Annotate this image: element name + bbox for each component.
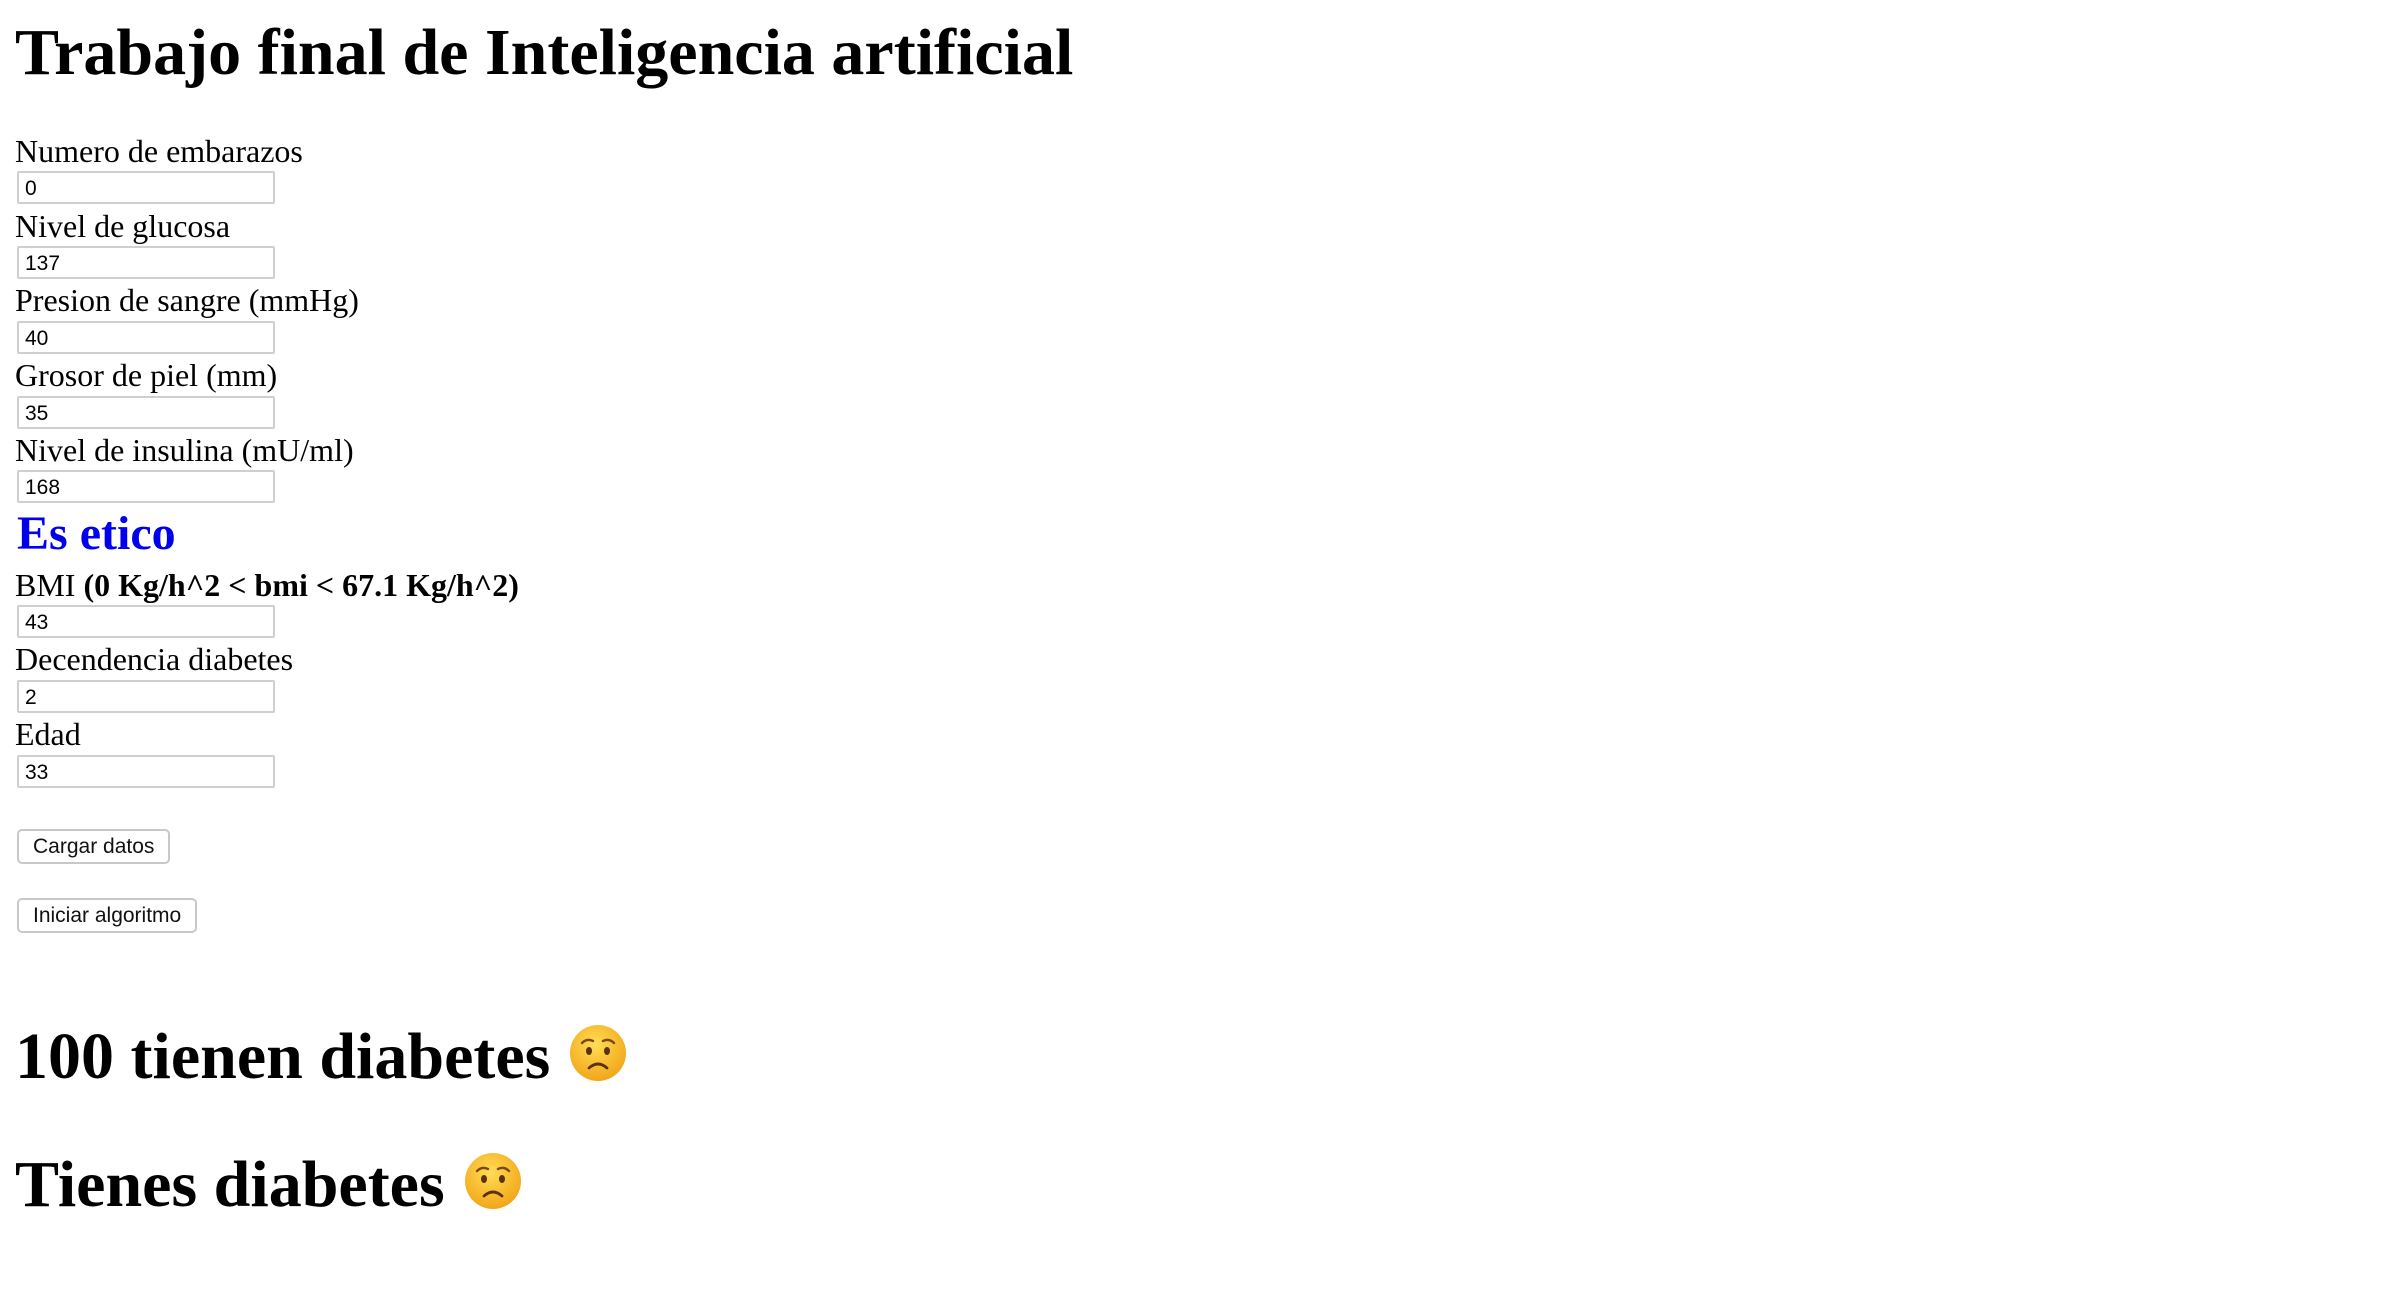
blood-pressure-label: Presion de sangre (mmHg) [15,282,359,318]
pregnancies-input[interactable]: 0 [17,171,275,204]
glucose-input[interactable]: 137 [17,246,275,279]
diabetes-count-heading: 100 tienen diabetes [15,1018,628,1096]
skin-thickness-input[interactable]: 35 [17,396,275,429]
blood-pressure-input[interactable]: 40 [17,321,275,354]
age-label: Edad [15,716,81,752]
start-algorithm-button[interactable]: Iniciar algoritmo [17,898,198,933]
ethic-heading: Es etico [17,507,176,560]
age-input[interactable]: 33 [17,755,275,788]
diagnosis-heading: Tienes diabetes [15,1146,523,1224]
bmi-label-range: (0 Kg/h^2 < bmi < 67.1 Kg/h^2) [83,567,519,603]
worried-face-icon [464,1153,521,1209]
skin-thickness-label: Grosor de piel (mm) [15,357,278,393]
page-title: Trabajo final de Inteligencia artificial [15,16,1074,89]
bmi-label-prefix: BMI [15,567,84,603]
insulin-label: Nivel de insulina (mU/ml) [15,432,354,468]
bmi-input[interactable]: 43 [17,605,275,638]
diabetes-pedigree-input[interactable]: 2 [17,680,275,713]
diagnosis-text: Tienes diabetes [15,1148,445,1221]
diabetes-count-text: 100 tienen diabetes [15,1020,551,1093]
diabetes-pedigree-label: Decendencia diabetes [15,641,294,677]
insulin-input[interactable]: 168 [17,470,275,503]
worried-face-icon [570,1025,627,1081]
bmi-label: BMI (0 Kg/h^2 < bmi < 67.1 Kg/h^2) [15,567,519,603]
load-data-button[interactable]: Cargar datos [17,829,171,864]
pregnancies-label: Numero de embarazos [15,133,303,169]
glucose-label: Nivel de glucosa [15,208,231,244]
